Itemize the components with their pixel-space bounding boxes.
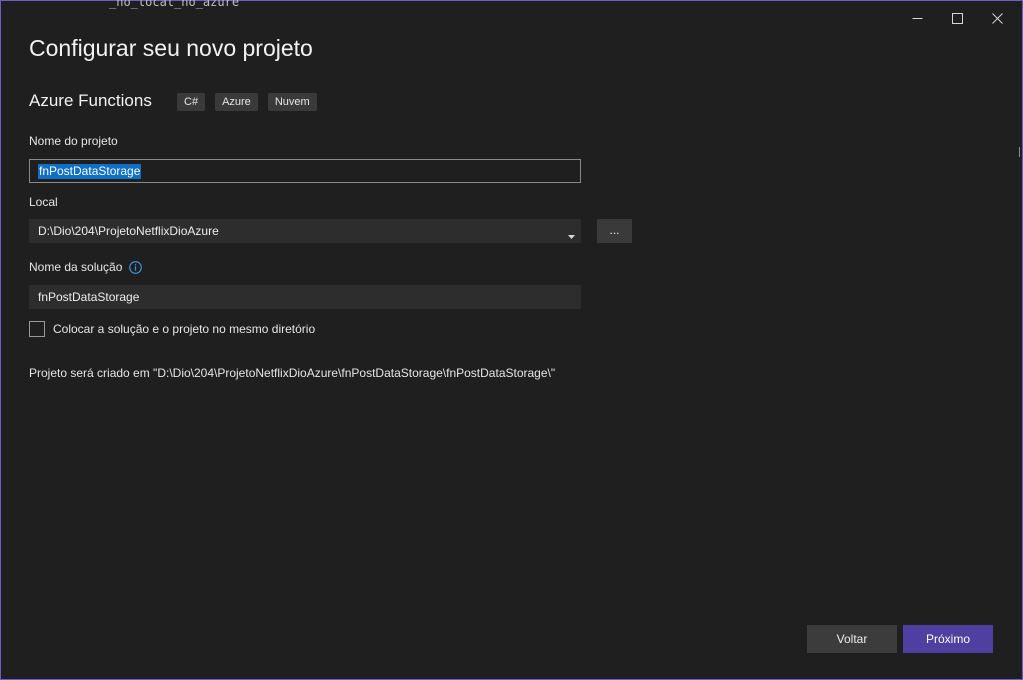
chevron-down-icon xyxy=(568,228,575,242)
minimize-icon xyxy=(912,13,923,24)
location-label: Local xyxy=(29,195,58,209)
project-name-value: fnPostDataStorage xyxy=(38,164,142,179)
next-button[interactable]: Próximo xyxy=(903,625,993,653)
back-button[interactable]: Voltar xyxy=(807,625,897,653)
project-name-label: Nome do projeto xyxy=(29,134,118,148)
solution-name-value: fnPostDataStorage xyxy=(38,290,140,304)
close-button[interactable] xyxy=(977,5,1017,31)
solution-name-label-row: Nome da solução xyxy=(29,260,142,274)
project-name-input[interactable]: fnPostDataStorage xyxy=(29,159,581,183)
background-cursor-fragment xyxy=(1019,147,1023,157)
template-tags: C# Azure Nuvem xyxy=(177,93,317,111)
solution-name-input[interactable]: fnPostDataStorage xyxy=(29,285,581,309)
page-title: Configurar seu novo projeto xyxy=(29,35,313,61)
tag-cloud: Nuvem xyxy=(267,93,317,111)
tag-azure: Azure xyxy=(215,93,258,111)
maximize-button[interactable] xyxy=(937,5,977,31)
browse-button[interactable]: ... xyxy=(597,219,632,243)
background-editor-fragment: _no_local_no_azure xyxy=(109,0,240,9)
minimize-button[interactable] xyxy=(897,5,937,31)
tag-csharp: C# xyxy=(177,93,206,111)
location-combobox[interactable]: D:\Dio\204\ProjetoNetflixDioAzure xyxy=(29,219,581,243)
maximize-icon xyxy=(951,12,963,24)
info-icon[interactable] xyxy=(128,260,142,274)
solution-name-label: Nome da solução xyxy=(29,260,123,274)
template-name: Azure Functions xyxy=(29,91,152,110)
close-icon xyxy=(991,12,1003,24)
configure-project-dialog: _no_local_no_azure Configurar seu novo p… xyxy=(0,0,1023,680)
same-directory-option[interactable]: Colocar a solução e o projeto no mesmo d… xyxy=(29,321,315,337)
same-directory-checkbox[interactable] xyxy=(29,321,45,337)
same-directory-label: Colocar a solução e o projeto no mesmo d… xyxy=(53,322,316,336)
location-value: D:\Dio\204\ProjetoNetflixDioAzure xyxy=(38,224,219,238)
project-path-preview: Projeto será criado em "D:\Dio\204\Proje… xyxy=(29,366,556,380)
